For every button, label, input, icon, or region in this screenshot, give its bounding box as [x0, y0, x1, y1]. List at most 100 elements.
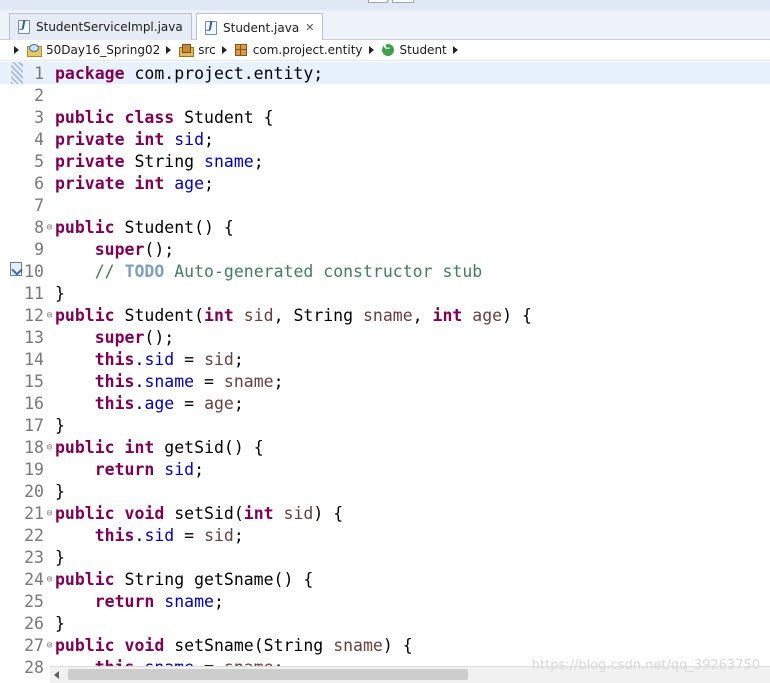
code-token: (); — [144, 327, 175, 347]
code-text: this.age = age; — [55, 394, 244, 413]
fold-toggle-icon[interactable]: ⊖ — [44, 310, 55, 321]
breadcrumb-label: 50Day16_Spring02 — [46, 43, 161, 57]
breadcrumb-label: com.project.entity — [252, 43, 363, 57]
code-token: sid — [164, 459, 195, 479]
code-text: this.sid = sid; — [55, 350, 244, 369]
code-line[interactable]: 9 super(); — [0, 238, 770, 260]
tab-label: StudentServiceImpl.java — [36, 20, 183, 34]
code-line[interactable]: 4 private int sid; — [0, 128, 770, 150]
code-token: sname — [333, 635, 383, 655]
chevron-right-icon[interactable] — [166, 46, 172, 54]
java-file-icon — [18, 20, 30, 34]
code-token: = — [174, 525, 205, 545]
scroll-left-icon[interactable] — [54, 671, 59, 679]
code-line[interactable]: 15 this.sname = sname; — [0, 370, 770, 392]
code-line[interactable]: 13 super(); — [0, 326, 770, 348]
code-line[interactable]: 11} — [0, 282, 770, 304]
fold-toggle-icon[interactable]: ⊖ — [44, 640, 55, 651]
code-line[interactable]: 3 public class Student { — [0, 106, 770, 128]
code-line[interactable]: 1 package com.project.entity; — [0, 62, 770, 84]
code-line[interactable]: 23} — [0, 546, 770, 568]
code-editor[interactable]: 1 package com.project.entity; 2 3 public cla… — [0, 62, 770, 683]
code-token: ; — [253, 151, 264, 171]
chevron-right-icon[interactable] — [14, 46, 19, 54]
fold-toggle-icon[interactable]: ⊖ — [44, 442, 55, 453]
code-token: ; — [273, 371, 284, 391]
breadcrumb-package[interactable]: com.project.entity — [234, 43, 363, 57]
code-line[interactable]: 2 — [0, 84, 770, 106]
code-token: . — [134, 525, 145, 545]
code-line[interactable]: 21 ⊖ public void setSid(int sid) { — [0, 502, 770, 524]
code-line[interactable]: 8 ⊖ public Student() { — [0, 216, 770, 238]
code-token: public — [55, 569, 115, 589]
editor-tab-bar: StudentServiceImpl.java Student.java ✕ — [0, 10, 770, 41]
code-line[interactable]: 6 private int age; — [0, 172, 770, 194]
line-number: 26 — [24, 613, 44, 633]
code-text: private int sid; — [55, 130, 214, 149]
code-line[interactable]: 12 ⊖ public Student(int sid, String sname,… — [0, 304, 770, 326]
code-token: sid — [243, 305, 274, 325]
tab-studentserviceimpl[interactable]: StudentServiceImpl.java — [9, 13, 192, 40]
code-token: } — [55, 415, 65, 435]
code-token: super — [94, 239, 145, 259]
code-line[interactable]: 26} — [0, 612, 770, 634]
code-token: this — [94, 349, 135, 369]
code-line[interactable]: 22 this.sid = sid; — [0, 524, 770, 546]
code-line[interactable]: 19 return sid; — [0, 458, 770, 480]
tab-student[interactable]: Student.java ✕ — [196, 13, 324, 41]
code-line[interactable]: 25 return sname; — [0, 590, 770, 612]
line-number: 9 — [34, 239, 44, 259]
fold-toggle-icon[interactable]: ⊖ — [44, 574, 55, 585]
code-token: ; — [233, 349, 244, 369]
code-line[interactable]: 7 — [0, 194, 770, 216]
close-icon[interactable]: ✕ — [305, 21, 314, 34]
code-token: sid — [283, 503, 314, 523]
code-token: Auto-generated constructor stub — [164, 261, 483, 281]
scrollbar-thumb[interactable] — [68, 669, 468, 680]
code-token: age — [204, 393, 234, 413]
code-token: TODO — [124, 261, 165, 281]
code-line[interactable]: 14 this.sid = sid; — [0, 348, 770, 370]
chevron-right-icon[interactable] — [368, 46, 374, 54]
code-line[interactable]: 27 ⊖ public void setSname(String sname) { — [0, 634, 770, 656]
code-line[interactable]: 16 this.age = age; — [0, 392, 770, 414]
code-token: com.project.entity; — [124, 63, 324, 83]
code-line[interactable]: 10 // TODO Auto-generated constructor st… — [0, 260, 770, 282]
code-text: super(); — [55, 240, 174, 259]
code-token: sid — [204, 349, 234, 369]
fold-toggle-icon[interactable]: ⊖ — [44, 508, 55, 519]
line-number: 14 — [24, 349, 44, 369]
code-line[interactable]: 17} — [0, 414, 770, 436]
code-text: public void setSid(int sid) { — [55, 504, 343, 523]
code-token: Student() { — [114, 217, 234, 237]
code-text: public String getSname() { — [55, 570, 313, 589]
code-line[interactable]: 5 private String sname; — [0, 150, 770, 172]
chevron-right-icon[interactable] — [221, 46, 227, 54]
window-control-button[interactable] — [392, 0, 414, 3]
code-line[interactable]: 20} — [0, 480, 770, 502]
code-line[interactable]: 24 ⊖ public String getSname() { — [0, 568, 770, 590]
breadcrumb-class[interactable]: Student — [381, 42, 447, 57]
code-token: ) { — [502, 305, 532, 325]
line-number: 20 — [24, 481, 44, 501]
fold-toggle-icon[interactable]: ⊖ — [44, 222, 55, 233]
chevron-right-icon[interactable] — [452, 46, 458, 54]
code-line[interactable]: 18 ⊖ public int getSid() { — [0, 436, 770, 458]
code-token: Student { — [174, 107, 274, 127]
breadcrumb-src[interactable]: src — [179, 43, 216, 57]
code-token: int — [204, 305, 234, 325]
code-token: int — [432, 305, 463, 325]
window-control-button[interactable] — [368, 0, 388, 3]
code-token: private — [55, 173, 125, 193]
code-token: . — [134, 349, 145, 369]
code-token: sid — [174, 129, 205, 149]
breadcrumb-project[interactable]: 50Day16_Spring02 — [27, 43, 160, 57]
task-marker-icon[interactable] — [10, 262, 22, 276]
